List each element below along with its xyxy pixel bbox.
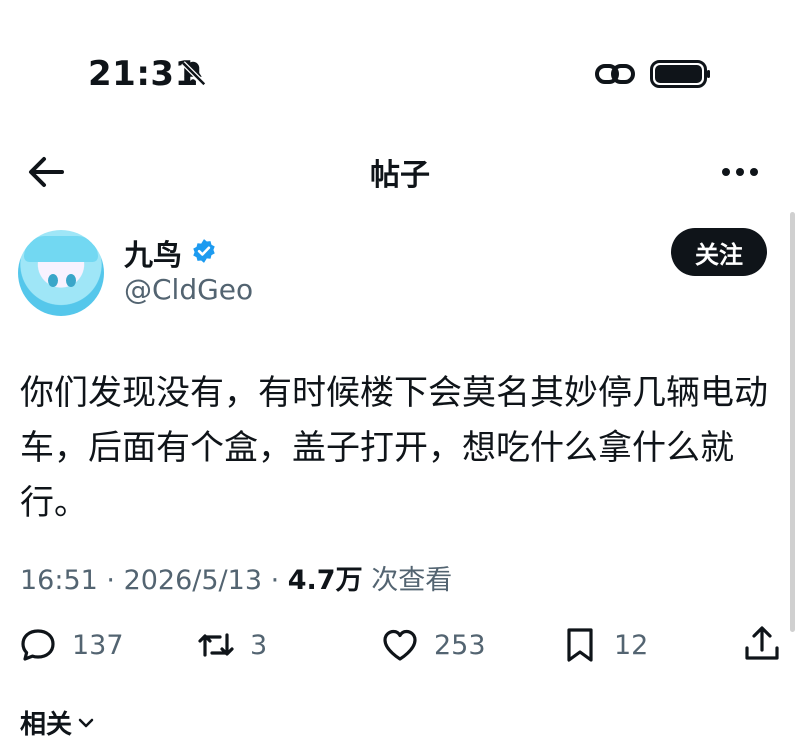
view-label: 次查看 [362,565,453,596]
avatar[interactable] [18,230,104,316]
retweet-button[interactable]: 3 [196,622,267,668]
bookmark-button[interactable]: 12 [560,622,648,668]
post-text: 你们发现没有，有时候楼下会莫名其妙停几辆电动车，后面有个盒，盖子打开，想吃什么拿… [20,373,768,523]
retweet-count: 3 [250,629,268,661]
share-icon[interactable] [742,624,782,664]
reply-button[interactable]: 137 [18,622,124,668]
chevron-down-icon [78,718,94,727]
follow-button[interactable]: 关注 [671,228,767,276]
bookmark-icon [567,628,593,662]
battery-icon [650,60,710,88]
author-name[interactable]: 九鸟 [124,232,182,274]
author-handle[interactable]: @CldGeo [124,273,253,306]
like-button[interactable]: 253 [380,622,486,668]
meta-separator: · [262,565,288,596]
bell-slash-icon [181,61,207,87]
verified-icon [193,239,215,263]
like-count: 253 [434,629,486,661]
reply-count: 137 [72,629,124,661]
more-icon[interactable] [718,158,762,186]
page-title: 帖子 [370,158,430,193]
bookmark-count: 12 [614,629,649,661]
scrollbar[interactable] [790,212,795,632]
post-meta: 16:51 · 2026/5/13 · 4.7万 次查看 [20,558,452,597]
retweet-icon [198,633,234,657]
like-icon [383,629,417,661]
related-toggle[interactable]: 相关 [20,704,96,741]
view-count[interactable]: 4.7万 [288,565,363,596]
meta-separator: · [97,565,124,596]
related-label: 相关 [20,710,73,740]
link-icon [595,64,635,84]
reply-icon [21,629,55,661]
post-date: 2026/5/13 [123,565,263,596]
post-time: 16:51 [20,565,98,596]
